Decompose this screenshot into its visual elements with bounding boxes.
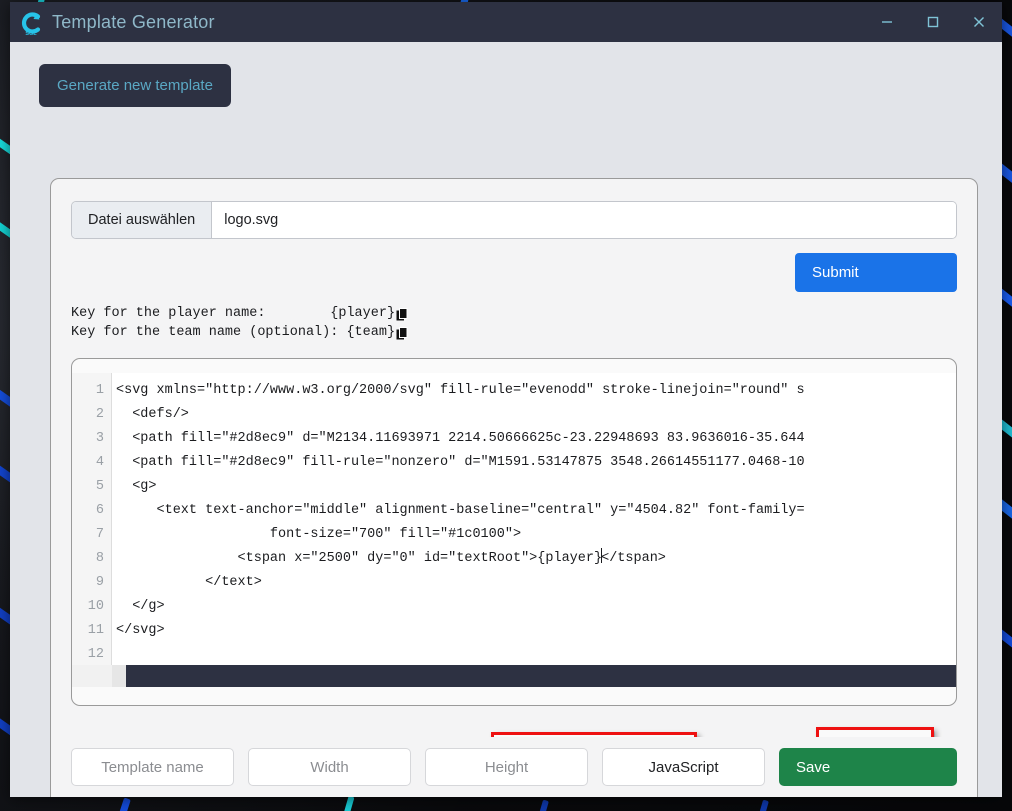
line-number: 7	[95, 527, 104, 542]
bottom-toolbar: Template name Width Height JavaScript Sa…	[50, 737, 978, 797]
code-line: font-size="700" fill="#1c0100">	[116, 527, 522, 542]
code-line: <text text-anchor="middle" alignment-bas…	[116, 503, 805, 518]
code-line: <tspan x="2500" dy="0" id="textRoot">{pl…	[116, 547, 956, 571]
svg-text:SGL: SGL	[25, 31, 37, 37]
line-number: 9	[95, 575, 104, 590]
close-icon	[974, 17, 984, 27]
key-label-team: Key for the team name (optional):	[71, 325, 347, 340]
code-line: </g>	[116, 599, 165, 614]
code-line: <svg xmlns="http://www.w3.org/2000/svg" …	[116, 383, 805, 398]
line-number: 4	[95, 455, 104, 470]
window-title: Template Generator	[52, 11, 215, 32]
height-input[interactable]: Height	[425, 748, 588, 786]
submit-button[interactable]: Submit	[795, 253, 957, 292]
template-name-input[interactable]: Template name	[71, 748, 234, 786]
line-number: 3	[95, 431, 104, 446]
maximize-button[interactable]	[910, 2, 956, 42]
code-line: </text>	[116, 575, 262, 590]
app-window: SGL Template Generator Generate new temp…	[10, 2, 1002, 797]
line-number: 12	[87, 647, 104, 662]
line-number: 6	[95, 503, 104, 518]
title-bar[interactable]: SGL Template Generator	[10, 2, 1002, 42]
selected-filename: logo.svg	[212, 202, 956, 238]
key-value-team: {team}	[346, 325, 396, 340]
scrollbar-thumb[interactable]	[126, 665, 956, 687]
key-label-player: Key for the player name:	[71, 306, 331, 321]
window-controls	[864, 2, 1002, 42]
key-row-team: Key for the team name (optional): {team}	[71, 323, 957, 342]
browse-file-button[interactable]: Datei auswählen	[72, 202, 213, 238]
copy-icon[interactable]	[396, 326, 409, 341]
line-number-gutter: 1 2 3 4 5 6 7 8 9 10 11 12	[72, 373, 112, 665]
line-number: 1	[95, 383, 104, 398]
save-button[interactable]: Save	[779, 748, 957, 786]
line-number: 8	[95, 551, 104, 566]
copy-icon[interactable]	[396, 307, 409, 322]
code-editor-panel: 1 2 3 4 5 6 7 8 9 10 11 12 <svg xmlns="http://www.w…	[71, 358, 957, 706]
width-input[interactable]: Width	[248, 748, 411, 786]
submit-row: Submit	[71, 253, 957, 292]
code-editor[interactable]: 1 2 3 4 5 6 7 8 9 10 11 12 <svg xmlns="http://www.w…	[72, 373, 956, 665]
maximize-icon	[927, 16, 939, 28]
key-hints: Key for the player name: {player} Key fo…	[71, 304, 957, 342]
desktop-background: SGL Template Generator Generate new temp…	[0, 0, 1012, 811]
minimize-button[interactable]	[864, 2, 910, 42]
line-number: 2	[95, 407, 104, 422]
scrollbar-track	[112, 665, 126, 687]
key-value-player: {player}	[330, 306, 396, 321]
key-row-player: Key for the player name: {player}	[71, 304, 957, 323]
generate-new-template-button[interactable]: Generate new template	[39, 64, 231, 107]
code-line: <path fill="#2d8ec9" d="M2134.11693971 2…	[116, 431, 805, 446]
code-line: <path fill="#2d8ec9" fill-rule="nonzero"…	[116, 455, 805, 470]
javascript-button[interactable]: JavaScript	[602, 748, 765, 786]
app-body: Generate new template Datei auswählen lo…	[10, 42, 1002, 797]
minimize-icon	[882, 21, 892, 23]
line-number: 11	[87, 623, 104, 638]
code-line: <defs/>	[116, 407, 189, 422]
editor-horizontal-scrollbar[interactable]	[72, 665, 956, 687]
template-card: Datei auswählen logo.svg Submit Key for …	[50, 178, 978, 797]
file-picker[interactable]: Datei auswählen logo.svg	[71, 201, 957, 239]
code-content[interactable]: <svg xmlns="http://www.w3.org/2000/svg" …	[112, 373, 956, 665]
app-logo-icon: SGL	[16, 7, 46, 37]
line-number: 5	[95, 479, 104, 494]
text-cursor	[601, 548, 603, 563]
close-button[interactable]	[956, 2, 1002, 42]
code-line: <g>	[116, 479, 157, 494]
line-number: 10	[87, 599, 104, 614]
code-line: </svg>	[116, 623, 165, 638]
